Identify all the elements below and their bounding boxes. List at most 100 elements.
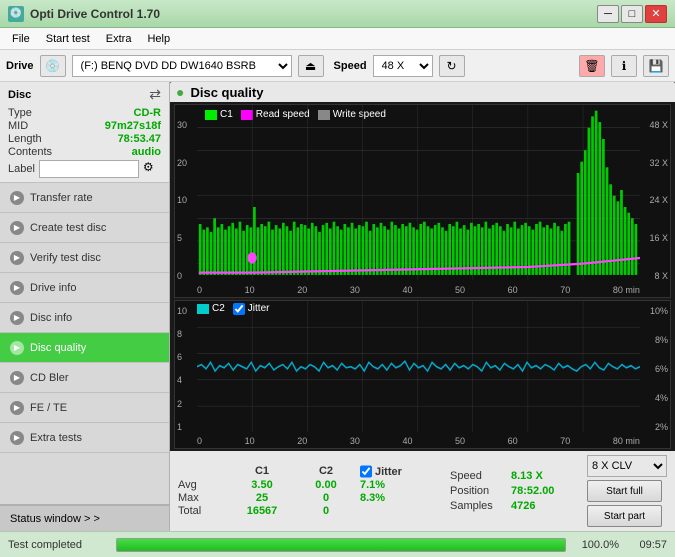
start-part-button[interactable]: Start part [587,505,662,527]
chart-top-svg [197,105,640,281]
app-icon: 💿 [8,6,24,22]
chart-bottom-y-right: 10% 8% 6% 4% 2% [650,306,668,432]
status-section: Status window > > [0,504,169,531]
close-button[interactable]: ✕ [645,5,667,23]
nav-disc-quality[interactable]: ▶ Disc quality [0,333,169,363]
chart-bottom-x-axis: 0 10 20 30 40 50 60 70 80 min [197,436,640,446]
total-row-label: Total [178,505,228,517]
jitter-checkbox[interactable] [233,303,245,315]
erase-button[interactable]: 🗑 [579,55,605,77]
c2-col-header: C2 [296,465,356,478]
progress-pct: 100.0% [574,539,619,551]
eject-button[interactable]: ⏏ [298,55,324,77]
speed-stat-label: Speed [450,470,505,482]
c1-col-header: C1 [232,465,292,478]
nav-create-test-disc-label: Create test disc [30,222,106,234]
chart-top: C1 Read speed Write speed [174,104,671,298]
bottom-status-bar: Test completed 100.0% 09:57 [0,531,675,557]
nav-verify-test-disc-label: Verify test disc [30,252,101,264]
max-c1: 25 [232,492,292,504]
nav-transfer-rate[interactable]: ▶ Transfer rate [0,183,169,213]
disc-quality-header: ● Disc quality [170,82,675,102]
chart-bottom-svg [197,301,640,432]
menu-start-test[interactable]: Start test [38,31,98,47]
chart-top-y-left: 30 20 10 5 0 [177,120,187,281]
time-display: 09:57 [627,539,667,551]
max-row-label: Max [178,492,228,504]
stats-bar: C1 C2 Jitter Avg 3.50 0.00 7.1% Max 25 [170,451,675,531]
label-settings-icon[interactable]: ⚙ [143,160,161,178]
nav-disc-info[interactable]: ▶ Disc info [0,303,169,333]
max-c2: 0 [296,492,356,504]
maximize-button[interactable]: □ [621,5,643,23]
nav-create-test-disc[interactable]: ▶ Create test disc [0,213,169,243]
nav-drive-info-label: Drive info [30,282,76,294]
length-value: 78:53.47 [118,133,161,145]
title-bar: 💿 Opti Drive Control 1.70 ─ □ ✕ [0,0,675,28]
status-window-button[interactable]: Status window > > [0,505,169,531]
progress-bar [116,538,566,552]
save-button[interactable]: 💾 [643,55,669,77]
nav-fe-te[interactable]: ▶ FE / TE [0,393,169,423]
disc-label-label: Label [8,163,35,175]
c2-legend-label: C2 [212,303,225,314]
jitter-legend-label: Jitter [248,303,270,314]
chart-bottom: C2 Jitter [174,300,671,449]
minimize-button[interactable]: ─ [597,5,619,23]
jitter-stats-checkbox[interactable] [360,465,372,478]
mid-label: MID [8,120,28,132]
nav-extra-tests-label: Extra tests [30,432,82,444]
drive-select[interactable]: (F:) BENQ DVD DD DW1640 BSRB [72,55,292,77]
chart-top-x-axis: 0 10 20 30 40 50 60 70 80 min [197,285,640,295]
jitter-col-header: Jitter [375,466,402,478]
mid-value: 97m27s18f [105,120,161,132]
total-c2: 0 [296,505,356,517]
disc-quality-icon: ▶ [10,341,24,355]
avg-row-label: Avg [178,479,228,491]
position-stat-value: 78:52.00 [511,485,554,497]
disc-label-input[interactable] [39,160,139,178]
nav-cd-bler[interactable]: ▶ CD Bler [0,363,169,393]
menu-file[interactable]: File [4,31,38,47]
nav-fe-te-label: FE / TE [30,402,67,414]
status-text: Test completed [8,539,108,551]
nav-extra-tests[interactable]: ▶ Extra tests [0,423,169,453]
menu-extra[interactable]: Extra [98,31,140,47]
contents-value: audio [132,146,161,158]
type-label: Type [8,107,32,119]
type-value: CD-R [134,107,162,119]
nav-drive-info[interactable]: ▶ Drive info [0,273,169,303]
refresh-button[interactable]: ↻ [439,55,465,77]
info-button[interactable]: ℹ [611,55,637,77]
menu-help[interactable]: Help [139,31,178,47]
disc-info-icon: ▶ [10,311,24,325]
speed-stat-value: 8.13 X [511,470,543,482]
progress-bar-fill [117,539,565,551]
start-full-label: Start full [606,486,643,497]
nav-disc-info-label: Disc info [30,312,72,324]
left-panel: Disc ⇄ Type CD-R MID 97m27s18f Length 78… [0,82,170,531]
chart-bottom-y-left: 10 8 6 4 2 1 [177,306,187,432]
speed-label: Speed [334,60,367,72]
disc-quality-title: Disc quality [190,85,263,100]
menu-bar: File Start test Extra Help [0,28,675,50]
avg-c2: 0.00 [296,479,356,491]
nav-verify-test-disc[interactable]: ▶ Verify test disc [0,243,169,273]
fe-te-icon: ▶ [10,401,24,415]
speed-select[interactable]: 48 X [373,55,433,77]
c2-legend-color [197,304,209,314]
start-full-button[interactable]: Start full [587,480,662,502]
disc-refresh-icon[interactable]: ⇄ [149,86,161,103]
drive-label: Drive [6,60,34,72]
samples-stat-label: Samples [450,500,505,512]
disc-quality-header-icon: ● [176,84,184,100]
samples-stat-value: 4726 [511,500,535,512]
drive-info-icon: ▶ [10,281,24,295]
main-layout: Disc ⇄ Type CD-R MID 97m27s18f Length 78… [0,82,675,531]
cd-bler-icon: ▶ [10,371,24,385]
total-c1: 16567 [232,505,292,517]
disc-title: Disc [8,89,31,101]
clv-select[interactable]: 8 X CLV [587,455,667,477]
disc-section: Disc ⇄ Type CD-R MID 97m27s18f Length 78… [0,82,169,183]
nav-disc-quality-label: Disc quality [30,342,86,354]
